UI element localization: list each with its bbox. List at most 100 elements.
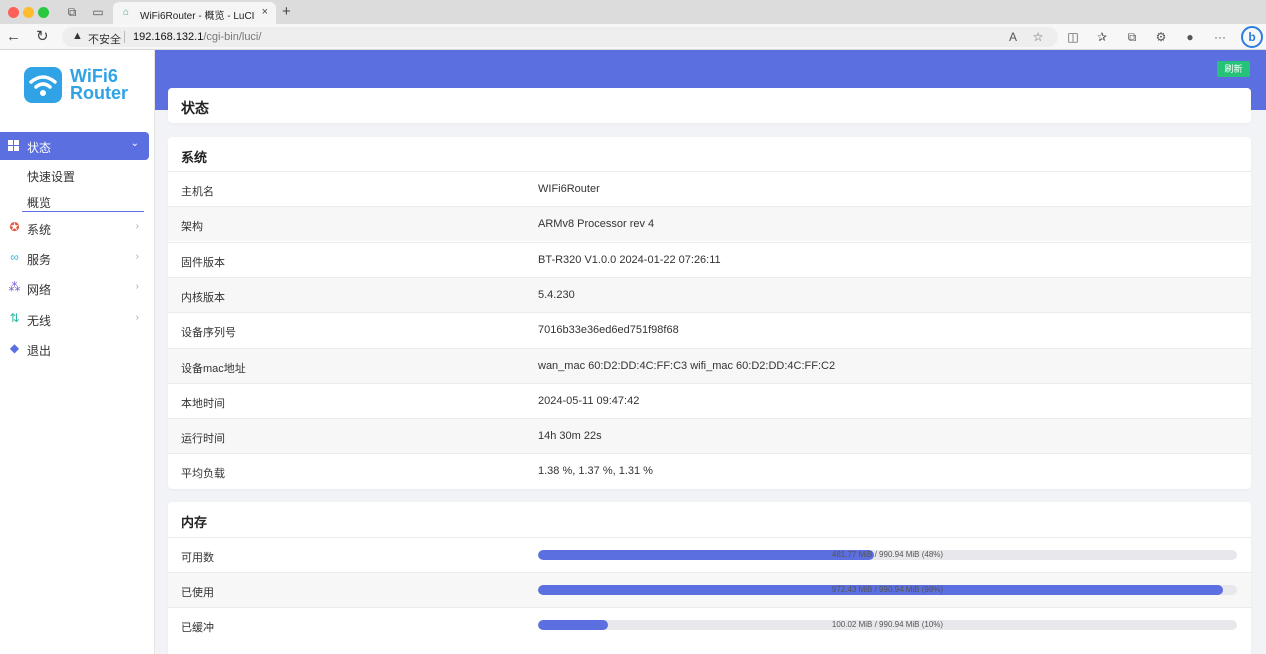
progress-bar-text: 972.43 MiB / 990.94 MiB (98%) (831, 585, 944, 594)
tab-close-icon[interactable]: × (262, 6, 268, 18)
submenu-overview[interactable]: 概览 (27, 194, 51, 211)
copilot-icon[interactable]: b (1241, 26, 1263, 48)
sidebar-item-status[interactable]: 状态 ⌄ (0, 132, 149, 160)
submenu-quick-setup[interactable]: 快速设置 (27, 168, 75, 185)
extension-icon[interactable]: ⚙ (1153, 29, 1169, 45)
row-label: 已缓冲 (181, 622, 214, 634)
sidebar-item-logout[interactable]: ◆ 退出 (0, 339, 149, 361)
row-label: 运行时间 (181, 433, 225, 446)
row-value: wan_mac 60:D2:DD:4C:FF:C3 wifi_mac 60:D2… (538, 359, 836, 372)
refresh-button[interactable]: 刷新 (1217, 61, 1250, 77)
row-value: 14h 30m 22s (538, 430, 602, 443)
url-path: /cgi-bin/luci/ (203, 31, 262, 43)
row-label: 可用数 (181, 552, 214, 564)
browser-tab-bar: ⧉ ▭ ⌂ WiFi6Router - 概览 - LuCI × + (0, 0, 1266, 24)
minimize-window-button[interactable] (23, 7, 34, 18)
favorite-star-icon[interactable]: ☆ (1030, 29, 1046, 45)
progress-bar-text: 100.02 MiB / 990.94 MiB (10%) (831, 620, 944, 629)
table-row: 运行时间 14h 30m 22s (168, 418, 1251, 454)
more-menu-icon[interactable]: ··· (1212, 29, 1228, 45)
insecure-label[interactable]: 不安全 (88, 31, 121, 47)
chevron-down-icon: ⌄ (130, 138, 139, 149)
table-row: 架构 ARMv8 Processor rev 4 (168, 206, 1251, 242)
workspaces-icon[interactable]: ⧉ (65, 5, 79, 19)
system-card: 系统 主机名 WIFi6Router 架构 ARMv8 Processor rev 4… (168, 137, 1251, 489)
chevron-right-icon: › (135, 281, 139, 292)
row-value: WIFi6Router (538, 183, 600, 195)
read-aloud-icon[interactable]: A (1005, 29, 1021, 45)
table-row: 已使用 972.43 MiB / 990.94 MiB (98%) (168, 572, 1251, 607)
row-label: 架构 (181, 221, 203, 234)
row-label: 已使用 (181, 587, 214, 599)
network-icon: ⁂ (8, 280, 21, 294)
reload-icon[interactable]: ↻ (36, 28, 49, 46)
row-label: 主机名 (181, 186, 214, 198)
chevron-right-icon: › (135, 312, 139, 323)
sidebar-item-label: 服务 (27, 253, 52, 267)
sidebar-item-label: 退出 (27, 344, 52, 358)
sidebar-item-system[interactable]: ✪ 系统 › (0, 218, 149, 240)
section-title-system: 系统 (181, 150, 208, 165)
progress-bar: 972.43 MiB / 990.94 MiB (98%) (538, 585, 1237, 595)
tab-actions-icon[interactable]: ▭ (91, 5, 105, 19)
url-field[interactable]: ▲ 不安全 192.168.132.1/cgi-bin/luci/ (62, 27, 1058, 47)
brand-line2: Router (70, 83, 128, 103)
favorites-icon[interactable]: ✰ (1094, 29, 1110, 45)
row-value: 7016b33e36ed6ed751f98f68 (538, 324, 679, 337)
sidebar-item-wireless[interactable]: ⇅ 无线 › (0, 309, 149, 331)
row-value: BT-R320 V1.0.0 2024-01-22 07:26:11 (538, 253, 721, 266)
gear-icon: ✪ (9, 220, 20, 234)
url-text[interactable]: 192.168.132.1/cgi-bin/luci/ (133, 31, 261, 43)
chevron-right-icon: › (135, 251, 139, 262)
sidebar-item-network[interactable]: ⁂ 网络 › (0, 278, 149, 300)
sidebar-item-label: 系统 (27, 223, 52, 237)
table-row: 本地时间 2024-05-11 09:47:42 (168, 382, 1251, 418)
progress-bar-text: 481.77 MiB / 990.94 MiB (48%) (831, 550, 944, 559)
row-label: 内核版本 (181, 291, 225, 304)
memory-card: 内存 可用数 481.77 MiB / 990.94 MiB (48%) 已使用 97… (168, 502, 1251, 654)
tab-title: WiFi6Router - 概览 - LuCI (140, 11, 255, 22)
url-divider (124, 31, 125, 43)
page-title-card: 状态 (168, 88, 1251, 123)
row-value: 1.38 %, 1.37 %, 1.31 % (538, 465, 653, 478)
logout-icon: ◆ (9, 341, 20, 355)
back-icon[interactable]: ← (6, 28, 21, 46)
profile-avatar-icon[interactable]: ● (1182, 29, 1198, 45)
browser-tab[interactable]: ⌂ WiFi6Router - 概览 - LuCI × (113, 2, 276, 24)
table-row: 设备序列号 7016b33e36ed6ed751f98f68 (168, 312, 1251, 347)
table-row: 已缓冲 100.02 MiB / 990.94 MiB (10%) (168, 607, 1251, 642)
link-icon: ∞ (10, 250, 19, 264)
sidebar-item-label: 状态 (27, 141, 52, 155)
address-bar-row: ← ↻ ▲ 不安全 192.168.132.1/cgi-bin/luci/ A … (0, 24, 1266, 50)
table-row: 主机名 WIFi6Router (168, 171, 1251, 206)
table-row: 内核版本 5.4.230 (168, 276, 1251, 312)
sidebar-item-label: 无线 (27, 314, 52, 328)
row-label: 本地时间 (181, 397, 225, 410)
row-value: 2024-05-11 09:47:42 (538, 394, 640, 407)
router-favicon-icon: ⌂ (123, 7, 130, 18)
progress-bar: 481.77 MiB / 990.94 MiB (48%) (538, 550, 1237, 560)
collections-icon[interactable]: ⧉ (1124, 29, 1140, 45)
page-title: 状态 (181, 100, 209, 116)
url-host: 192.168.132.1 (133, 31, 204, 43)
close-window-button[interactable] (8, 7, 19, 18)
brand-text: WiFi6 Router (70, 67, 128, 103)
row-label: 设备mac地址 (181, 362, 246, 375)
row-value: 5.4.230 (538, 288, 575, 301)
dashboard-icon (8, 140, 19, 151)
row-label: 设备序列号 (181, 327, 236, 340)
table-row: 可用数 481.77 MiB / 990.94 MiB (48%) (168, 537, 1251, 572)
section-title-memory: 内存 (181, 515, 208, 530)
wifi-logo-icon (24, 67, 62, 103)
brand-logo[interactable]: WiFi6 Router (24, 66, 134, 106)
new-tab-button[interactable]: + (282, 3, 291, 20)
split-screen-icon[interactable]: ◫ (1065, 29, 1081, 45)
sidebar-item-services[interactable]: ∞ 服务 › (0, 248, 149, 270)
table-row: 设备mac地址 wan_mac 60:D2:DD:4C:FF:C3 wifi_ma… (168, 347, 1251, 383)
sidebar-item-label: 网络 (27, 283, 52, 297)
row-label: 平均负载 (181, 468, 225, 481)
progress-bar: 100.02 MiB / 990.94 MiB (10%) (538, 620, 1237, 630)
wireless-icon: ⇅ (9, 311, 20, 325)
maximize-window-button[interactable] (38, 7, 49, 18)
sidebar: WiFi6 Router 状态 ⌄ 快速设置 概览 ✪ 系统 › ∞ 服务 › … (0, 50, 155, 654)
